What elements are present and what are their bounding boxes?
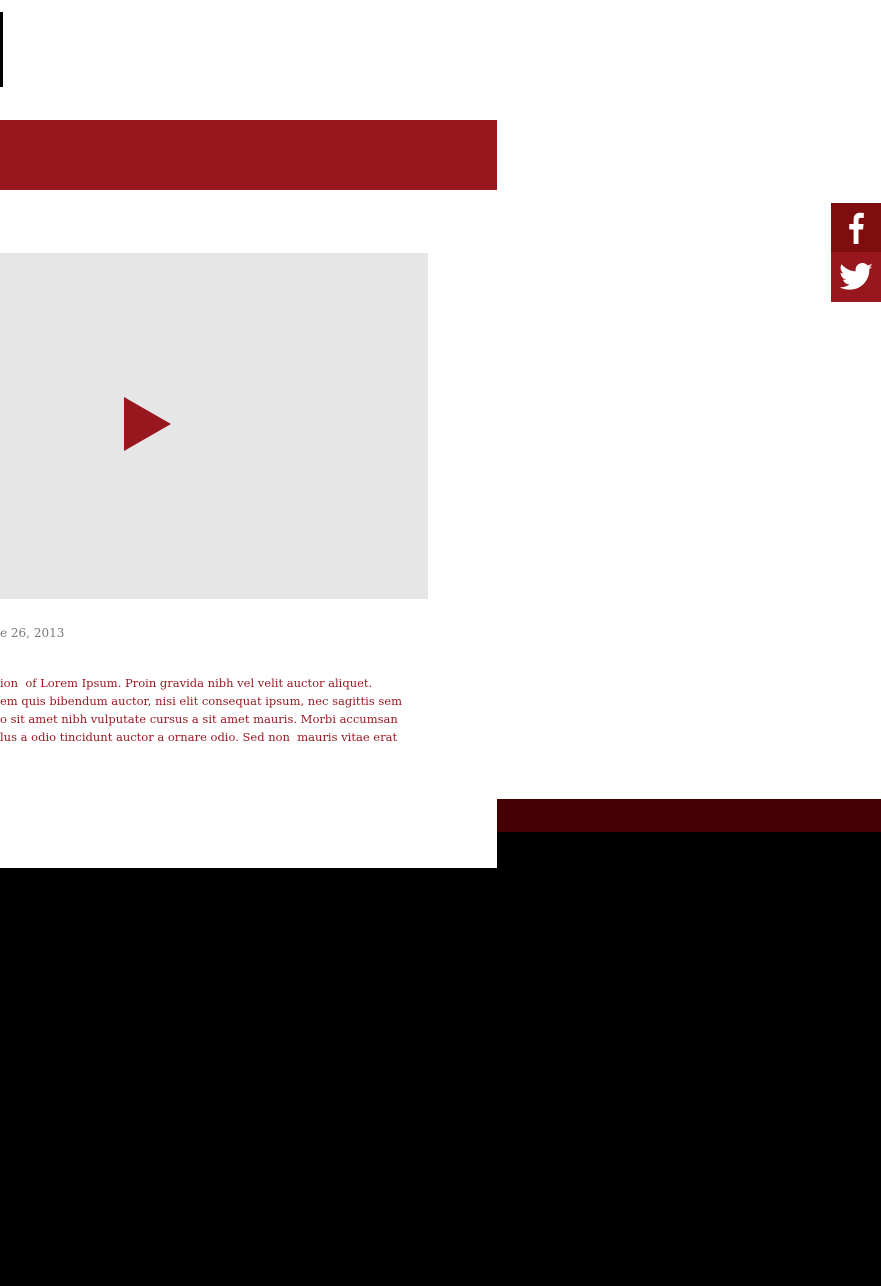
twitter-icon (839, 263, 873, 291)
footer-accent-band (497, 799, 881, 832)
post-body-line: ion of Lorem Ipsum. Proin gravida nibh v… (0, 676, 373, 690)
post-body-line: lus a odio tincidunt auctor a ornare odi… (0, 730, 398, 744)
logo-mark (0, 12, 3, 87)
header-banner (0, 120, 497, 190)
twitter-share-button[interactable] (831, 252, 881, 302)
post-date: e 26, 2013 (0, 626, 65, 640)
facebook-icon (848, 212, 864, 244)
footer (0, 868, 881, 1286)
post-body-line: o sit amet nibh vulputate cursus a sit a… (0, 712, 398, 726)
video-player[interactable] (0, 253, 428, 599)
post-body-line: em quis bibendum auctor, nisi elit conse… (0, 694, 403, 708)
play-icon[interactable] (124, 397, 171, 451)
post-body: ion of Lorem Ipsum. Proin gravida nibh v… (0, 674, 403, 746)
facebook-share-button[interactable] (831, 203, 881, 252)
social-share-bar (831, 203, 881, 302)
footer-right-panel (497, 832, 881, 868)
